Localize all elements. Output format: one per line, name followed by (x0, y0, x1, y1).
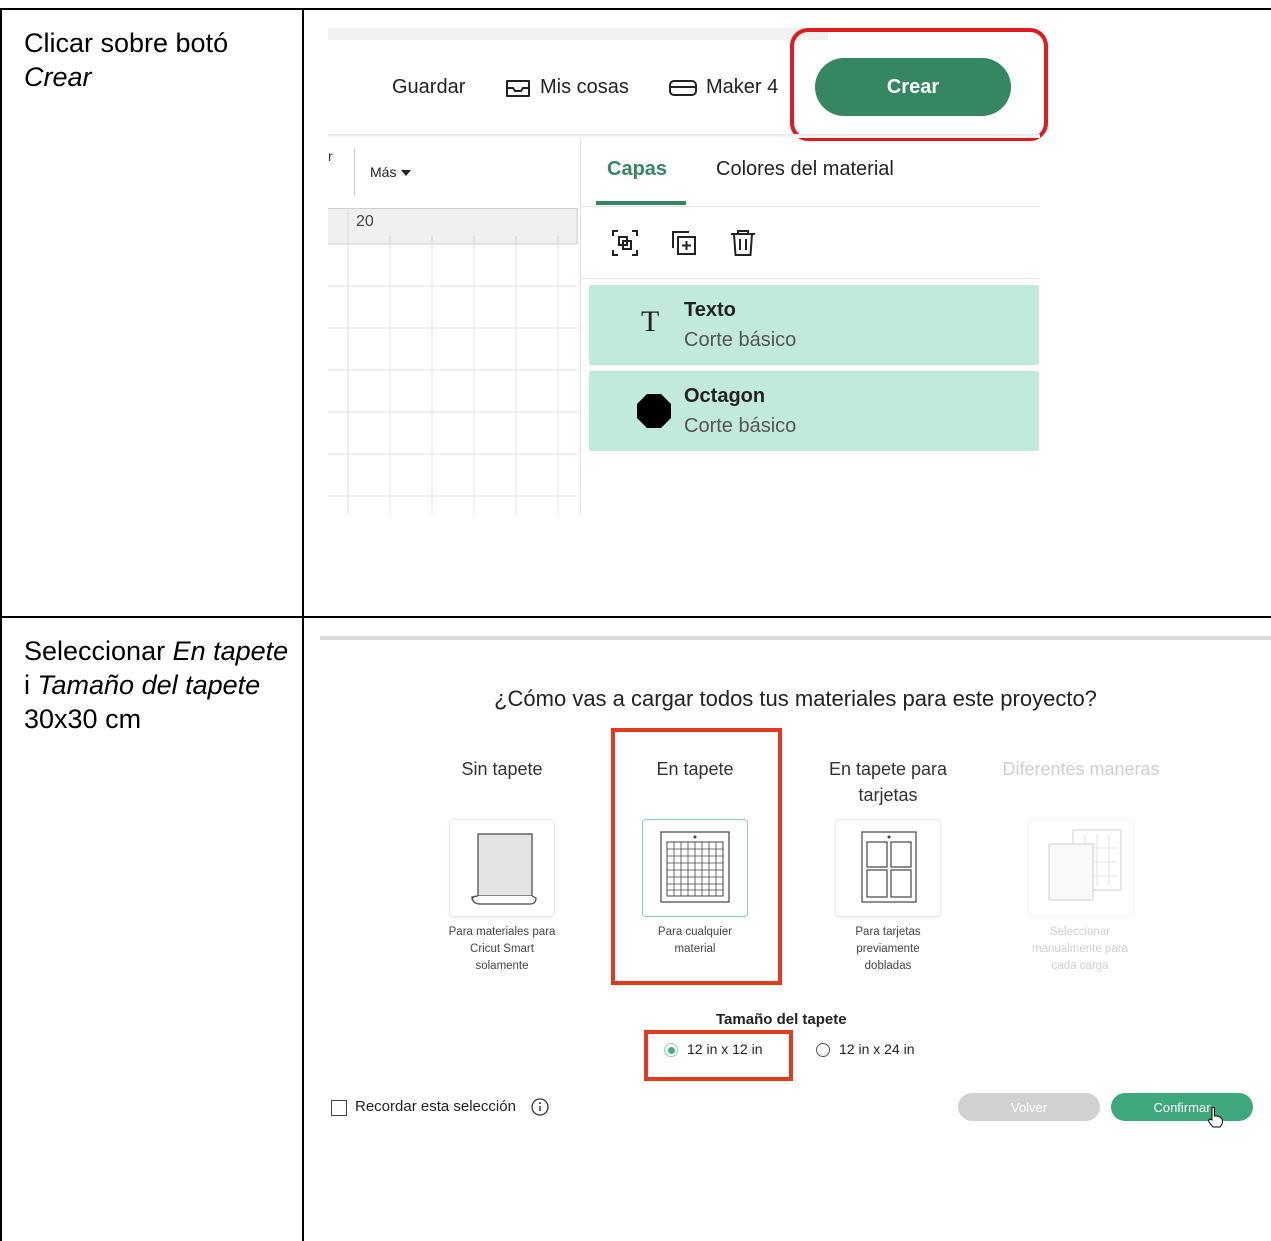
layer-item-octagon[interactable]: Octagon Corte básico (589, 371, 1039, 451)
hand-cursor-icon (1208, 1107, 1223, 1128)
text-t-icon: T (641, 305, 660, 338)
top-strip (328, 28, 828, 40)
roll-material-icon (471, 833, 537, 905)
radio-12x24[interactable] (816, 1043, 830, 1057)
option-desc-card-mat: Para tarjetas previamente dobladas (855, 926, 921, 972)
active-tab-indicator (596, 201, 686, 205)
highlight-box-on-mat (611, 728, 782, 985)
toolbar-divider (354, 148, 355, 196)
option-card-different-ways (1028, 819, 1134, 917)
option-card-card-mat[interactable] (835, 819, 941, 917)
more-menu[interactable]: Más (370, 164, 412, 180)
dialog-top-shade (320, 636, 1271, 640)
multiple-mats-icon (1048, 829, 1122, 901)
table-border-top (0, 8, 1271, 10)
instruction-text-italic: En tapete (172, 636, 289, 666)
duplicate-icon[interactable] (669, 228, 699, 258)
my-stuff-button[interactable]: Mis cosas (504, 76, 629, 99)
option-label-different-ways: Diferentes maneras (1002, 759, 1160, 779)
screenshot-load-materials-dialog: ¿Cómo vas a cargar todos tus materiales … (320, 636, 1271, 1142)
panel-divider (580, 138, 581, 514)
layer-name: Texto (684, 299, 736, 321)
confirm-button[interactable]: Confirmar (1111, 1093, 1253, 1121)
machine-label: Maker 4 (706, 76, 779, 98)
trash-icon[interactable] (728, 228, 758, 258)
machine-button[interactable]: Maker 4 (668, 76, 778, 99)
instruction-text: i (24, 670, 38, 700)
highlight-box-make (790, 28, 1048, 141)
layer-operation: Corte básico (684, 329, 797, 351)
option-label-card-mat[interactable]: En tapete para tarjetas (813, 756, 963, 808)
option-desc-different-ways: Seleccionar manualmente para cada carga (1032, 926, 1128, 972)
highlight-box-mat-size (644, 1030, 793, 1081)
dialog-question: ¿Cómo vas a cargar todos tus materiales … (494, 686, 1097, 711)
radio-label-12x24[interactable]: 12 in x 24 in (839, 1041, 915, 1057)
option-desc-no-mat: Para materiales para Cricut Smart solame… (448, 926, 556, 972)
layer-name: Octagon (684, 385, 766, 407)
remember-checkbox[interactable] (331, 1100, 347, 1116)
layer-item-text[interactable]: T Texto Corte básico (589, 285, 1039, 365)
tab-material-colors[interactable]: Colores del material (716, 158, 894, 181)
instruction-step-1: Clicar sobre botó Crear (24, 26, 284, 94)
info-icon[interactable] (530, 1097, 550, 1117)
clipped-label: r (328, 148, 333, 164)
table-border-left (0, 8, 2, 1241)
tools-divider (582, 278, 1040, 279)
group-icon[interactable] (610, 228, 640, 258)
instruction-step-2: Seleccionar En tapete i Tamaño del tapet… (24, 634, 294, 736)
instruction-text-italic: Tamaño del tapete (37, 670, 261, 700)
canvas-area: r Más 20 (328, 148, 580, 514)
layer-operation: Corte básico (684, 415, 797, 437)
save-button[interactable]: Guardar (392, 76, 465, 99)
card-mat-icon (861, 831, 917, 903)
instruction-text: Seleccionar (24, 636, 173, 666)
option-card-no-mat[interactable] (449, 819, 555, 917)
caret-down-icon (401, 170, 412, 176)
octagon-icon (637, 394, 671, 428)
canvas-grid (328, 208, 578, 514)
inbox-icon (506, 79, 530, 97)
screenshot-design-space: Guardar Mis cosas Maker 4 Crear r Más 20… (328, 28, 1048, 514)
my-stuff-label: Mis cosas (540, 76, 629, 98)
remember-label[interactable]: Recordar esta selección (355, 1098, 516, 1115)
more-label: Más (370, 164, 397, 180)
instruction-text-italic: Crear (24, 62, 92, 92)
mat-size-title: Tamaño del tapete (716, 1011, 847, 1028)
table-column-divider (302, 8, 304, 1241)
table-row-divider (0, 616, 1271, 618)
layers-tab-bar: Capas Colores del material (582, 148, 1040, 207)
machine-icon (669, 79, 697, 96)
toolbar-shadow (328, 134, 1040, 138)
back-button[interactable]: Volver (958, 1093, 1100, 1121)
tab-layers[interactable]: Capas (607, 158, 667, 181)
instruction-text: Clicar sobre botó (24, 28, 229, 58)
save-label: Guardar (392, 76, 466, 98)
instruction-text: 30x30 cm (24, 704, 142, 734)
ruler-value: 20 (356, 213, 374, 230)
option-label-no-mat[interactable]: Sin tapete (442, 756, 562, 782)
